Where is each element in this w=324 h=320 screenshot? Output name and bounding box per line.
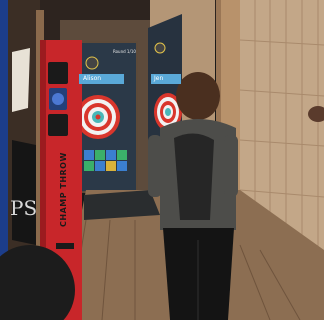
player-name-tag-2: Jen <box>151 74 181 84</box>
axe-throwing-scene: Round 1/10 Alison Jen PS CHAMP THROW <box>0 0 324 320</box>
scene-illustration <box>0 0 324 320</box>
machine-brand-text: CHAMP THROW <box>59 152 68 228</box>
wall-sign-text: PS <box>10 196 38 220</box>
player-name-tag: Alison <box>79 74 124 84</box>
round-label: Round 1/10 <box>113 49 136 54</box>
